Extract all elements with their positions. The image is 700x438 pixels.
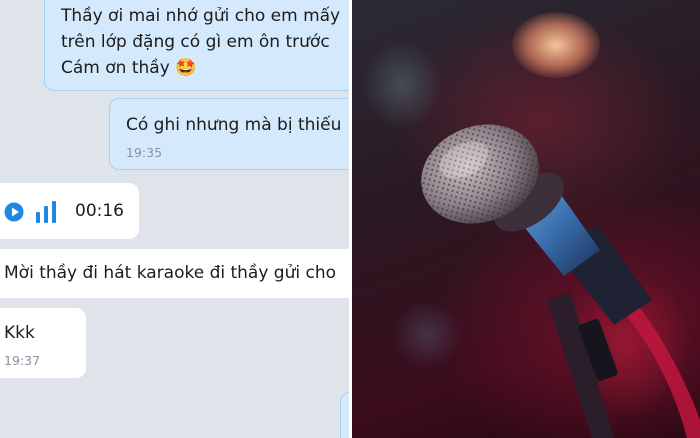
message-text-line: Cám ơn thầy 🤩 bbox=[61, 57, 196, 79]
outgoing-message-bubble[interactable]: Có ghi nhưng mà bị thiếu 19:35 bbox=[109, 98, 349, 170]
incoming-voice-message-bubble[interactable]: 00:16 bbox=[0, 183, 139, 239]
message-timestamp: 19:37 bbox=[4, 353, 41, 368]
message-timestamp: 19:35 bbox=[126, 145, 163, 160]
star-struck-emoji-icon: 🤩 bbox=[175, 58, 197, 78]
message-text: Mời thầy đi hát karaoke đi thầy gửi cho bbox=[4, 263, 337, 283]
incoming-message-bubble[interactable]: Mời thầy đi hát karaoke đi thầy gửi cho bbox=[0, 249, 349, 298]
audio-bars-icon bbox=[35, 200, 57, 224]
message-text-line: trên lớp đặng có gì em ôn trước bbox=[61, 32, 330, 52]
play-icon[interactable] bbox=[4, 202, 24, 222]
message-text: Có ghi nhưng mà bị thiếu bbox=[126, 115, 342, 135]
message-text: Kkk bbox=[4, 323, 35, 343]
voice-duration: 00:16 bbox=[75, 201, 124, 221]
outgoing-message-bubble[interactable] bbox=[340, 392, 349, 438]
message-text: Cám ơn thầy bbox=[61, 58, 170, 78]
chat-panel: Thầy ơi mai nhớ gửi cho em mấy trên lớp … bbox=[0, 0, 349, 438]
incoming-message-bubble[interactable]: Kkk 19:37 bbox=[0, 308, 86, 378]
outgoing-message-bubble[interactable]: Thầy ơi mai nhớ gửi cho em mấy trên lớp … bbox=[44, 0, 349, 91]
message-text-line: Thầy ơi mai nhớ gửi cho em mấy bbox=[61, 6, 341, 26]
microphone-photo bbox=[352, 0, 700, 438]
microphone-icon bbox=[421, 124, 700, 438]
